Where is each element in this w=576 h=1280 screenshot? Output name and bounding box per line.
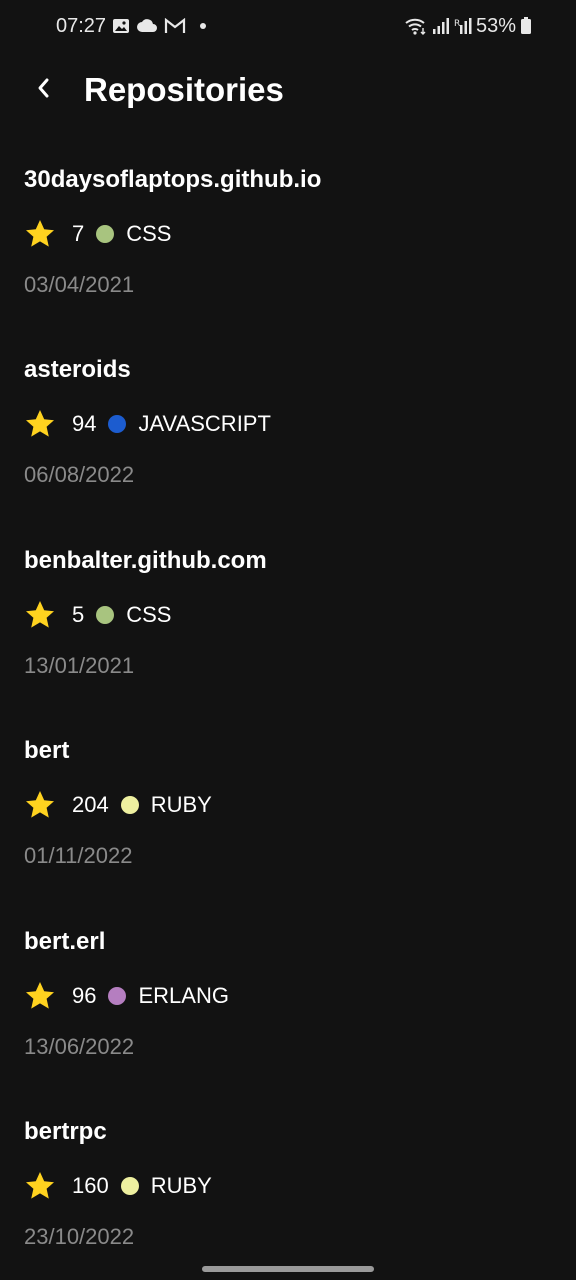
- language-color-dot: [120, 796, 139, 815]
- battery-percent: 53%: [475, 14, 516, 37]
- repo-date: 03/04/2021: [24, 272, 135, 297]
- language-color-dot: [108, 415, 127, 434]
- star-count: 94: [72, 411, 97, 437]
- signal-icon: [432, 17, 450, 35]
- language-color-dot: [96, 605, 115, 624]
- language-name: CSS: [126, 601, 172, 627]
- star-icon: [24, 1170, 56, 1202]
- repo-list: 30daysoflaptops.github.io 7 CSS 03/04/20…: [0, 146, 576, 1280]
- home-indicator[interactable]: [202, 1266, 374, 1272]
- language-color-dot: [96, 225, 115, 243]
- language-color-dot: [120, 1176, 139, 1195]
- status-left: 07:27: [56, 14, 207, 38]
- status-right: R 53%: [404, 15, 532, 38]
- language-name: JAVASCRIPT: [138, 411, 271, 437]
- repo-name: asteroids: [24, 356, 131, 384]
- star-icon: [24, 980, 56, 1012]
- repo-name: bert.erl: [24, 927, 106, 955]
- star-count: 96: [72, 982, 97, 1008]
- repo-meta: 160 RUBY: [24, 1170, 212, 1202]
- repo-list-item[interactable]: 30daysoflaptops.github.io 7 CSS 03/04/20…: [0, 146, 576, 336]
- star-icon: [24, 599, 56, 631]
- battery-icon: [520, 17, 532, 35]
- svg-text:R: R: [454, 19, 460, 29]
- star-icon: [24, 408, 56, 440]
- repo-date: 01/11/2022: [24, 843, 133, 869]
- star-count: 204: [72, 792, 109, 818]
- gmail-icon: [164, 18, 186, 34]
- repo-meta: 7 CSS: [24, 218, 172, 250]
- repo-date: 13/01/2021: [24, 652, 135, 678]
- repo-list-item[interactable]: bert.erl 96 ERLANG 13/06/2022: [0, 908, 576, 1098]
- repo-list-item[interactable]: bert 204 RUBY 01/11/2022: [0, 717, 576, 907]
- status-time: 07:27: [56, 14, 107, 37]
- star-count: 160: [72, 1172, 109, 1198]
- language-name: RUBY: [150, 792, 212, 818]
- star-icon: [24, 218, 56, 250]
- repo-meta: 5 CSS: [24, 599, 172, 631]
- gallery-icon: [112, 17, 130, 35]
- repo-list-item[interactable]: bertrpc 160 RUBY 23/10/2022: [0, 1098, 576, 1280]
- app-bar: Repositories: [0, 52, 576, 128]
- cloud-icon: [136, 18, 158, 34]
- language-name: RUBY: [150, 1172, 212, 1198]
- repo-date: 23/10/2022: [24, 1223, 135, 1249]
- repo-name: 30daysoflaptops.github.io: [24, 166, 322, 193]
- signal-r-icon: R: [454, 17, 472, 35]
- repo-date: 06/08/2022: [24, 462, 135, 488]
- repo-date: 13/06/2022: [24, 1033, 135, 1059]
- wifi-icon: [404, 16, 428, 36]
- screen: 07:27 R 53% Repositories 30daysoflaptops…: [0, 0, 576, 1280]
- language-name: ERLANG: [138, 982, 229, 1008]
- repo-meta: 94 JAVASCRIPT: [24, 408, 271, 440]
- language-name: CSS: [126, 221, 172, 246]
- repo-name: benbalter.github.com: [24, 546, 267, 574]
- status-bar: 07:27 R 53%: [0, 0, 576, 52]
- star-count: 7: [72, 221, 85, 246]
- chevron-left-icon: [34, 76, 54, 105]
- language-color-dot: [108, 986, 127, 1005]
- repo-meta: 96 ERLANG: [24, 980, 229, 1012]
- star-icon: [24, 789, 56, 821]
- page-title: Repositories: [84, 71, 284, 108]
- back-button[interactable]: [16, 62, 72, 118]
- repo-name: bert: [24, 737, 70, 765]
- notification-dot: [200, 23, 207, 29]
- repo-list-item[interactable]: asteroids 94 JAVASCRIPT 06/08/2022: [0, 336, 576, 526]
- repo-list-item[interactable]: benbalter.github.com 5 CSS 13/01/2021: [0, 527, 576, 717]
- star-count: 5: [72, 601, 85, 627]
- repo-meta: 204 RUBY: [24, 789, 212, 821]
- repo-name: bertrpc: [24, 1117, 107, 1145]
